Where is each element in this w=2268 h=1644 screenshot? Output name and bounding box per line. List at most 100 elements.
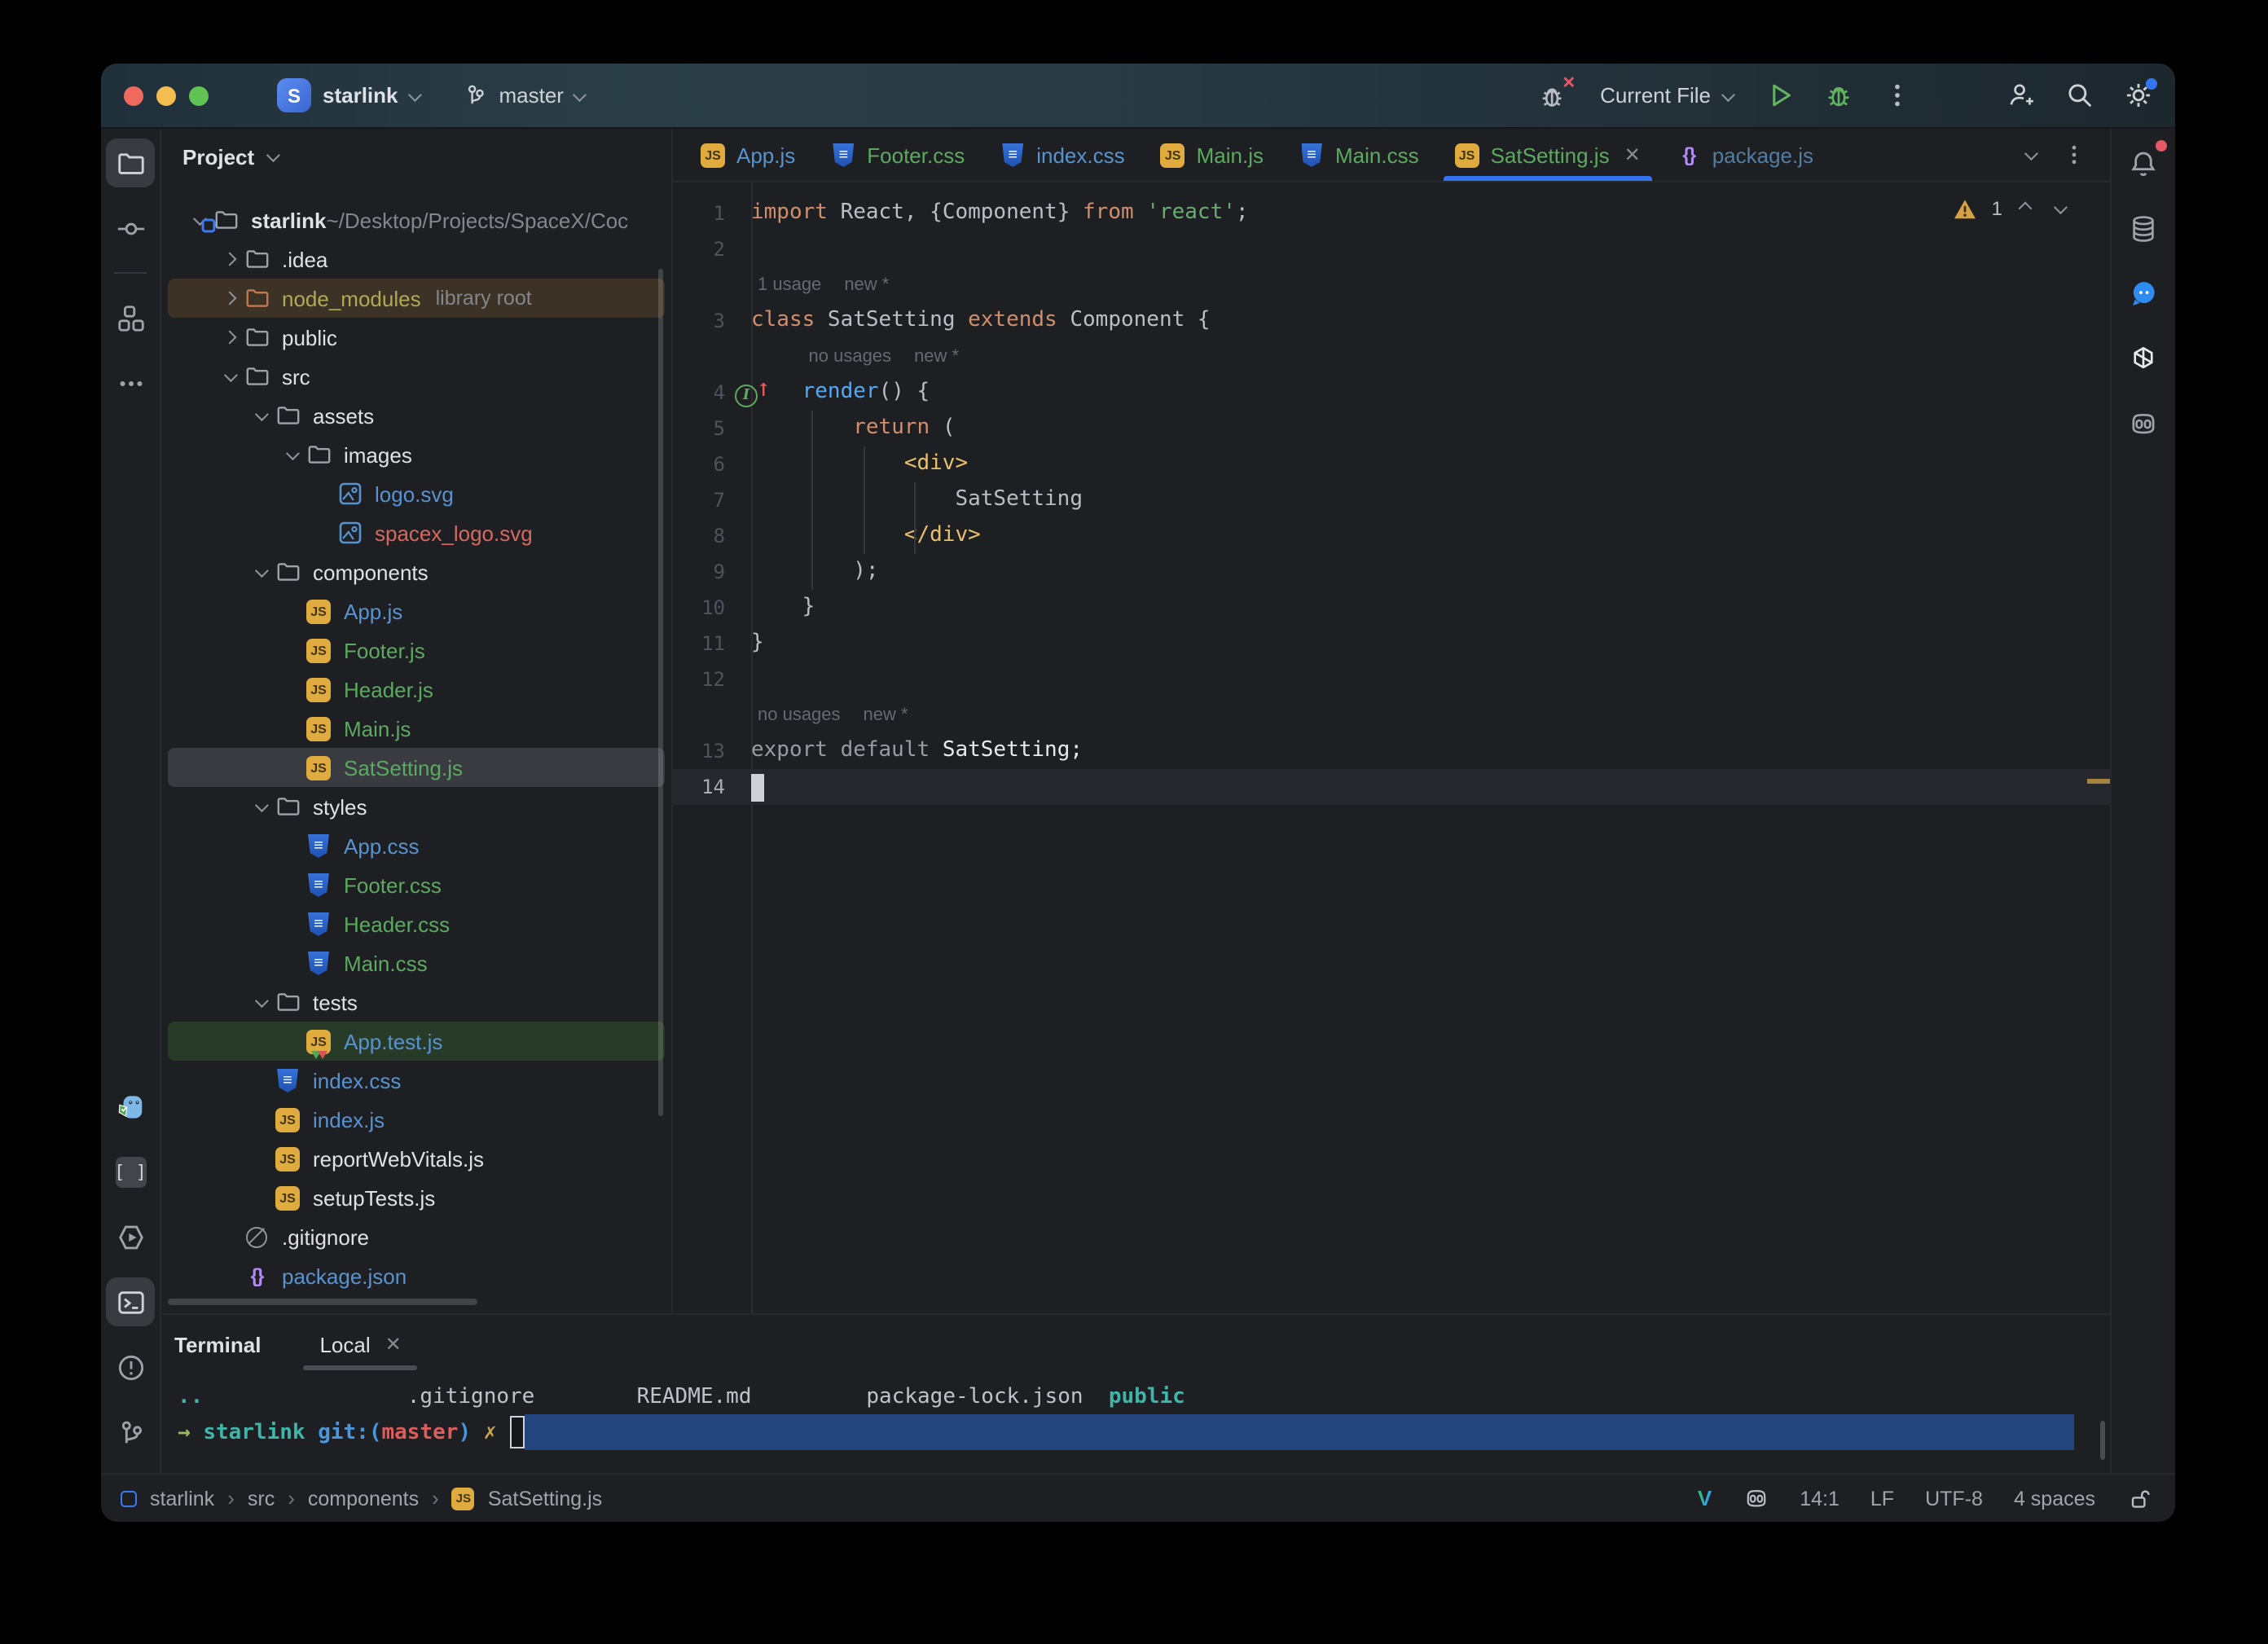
- close-icon[interactable]: ✕: [385, 1333, 402, 1356]
- zoom-window-button[interactable]: [189, 86, 209, 105]
- tree-item-images[interactable]: images: [168, 435, 665, 474]
- code-line-3[interactable]: 3 class SatSetting extends Component {: [673, 303, 2110, 339]
- tab-footer.css[interactable]: ≡ Footer.css: [813, 129, 982, 181]
- breadcrumb-file[interactable]: SatSetting.js: [488, 1487, 602, 1510]
- code-line-2[interactable]: 2: [673, 231, 2110, 267]
- tree-item-.idea[interactable]: .idea: [168, 240, 665, 279]
- tree-item-components[interactable]: components: [168, 552, 665, 591]
- tree-vertical-scrollbar[interactable]: [658, 269, 663, 1116]
- override-marker-icon[interactable]: I ↑: [735, 380, 771, 407]
- tree-item-reportwebvitals.js[interactable]: JS reportWebVitals.js: [168, 1139, 665, 1178]
- code-line-6[interactable]: 6 <div>: [673, 446, 2110, 482]
- chevron-right-icon[interactable]: [222, 291, 237, 306]
- code-line-13[interactable]: 13 export default SatSetting;: [673, 733, 2110, 769]
- chevron-right-icon[interactable]: [222, 252, 237, 266]
- tree-item-node-modules[interactable]: node_modules library root: [168, 279, 665, 318]
- usages-inlay-hint[interactable]: 1 usage new *: [758, 275, 889, 295]
- tree-item-spacex-logo.svg[interactable]: spacex_logo.svg: [168, 513, 665, 552]
- copilot-tool-icon[interactable]: [2119, 399, 2168, 448]
- more-actions-icon[interactable]: [1879, 77, 1914, 113]
- terminal-output[interactable]: .. .gitignore README.md package-lock.jso…: [161, 1374, 2110, 1450]
- tree-item-app.test.js[interactable]: JS App.test.js: [168, 1022, 665, 1061]
- tree-item-tests[interactable]: tests: [168, 982, 665, 1022]
- plugin-mascot-icon[interactable]: [106, 1082, 155, 1131]
- tree-item-index.js[interactable]: JS index.js: [168, 1100, 665, 1139]
- tab-package.js[interactable]: {} package.js: [1659, 129, 1831, 181]
- tree-item-styles[interactable]: styles: [168, 787, 665, 826]
- chevron-down-icon[interactable]: [254, 994, 269, 1009]
- usages-inlay-hint[interactable]: no usages new *: [809, 347, 960, 367]
- debug-button[interactable]: [1820, 77, 1856, 113]
- run-configuration-select[interactable]: Current File: [1600, 83, 1735, 108]
- close-window-button[interactable]: [124, 86, 143, 105]
- chevron-down-icon[interactable]: [285, 446, 300, 461]
- tab-options-icon[interactable]: [2061, 142, 2087, 168]
- run-button[interactable]: [1761, 77, 1797, 113]
- tree-item-main.css[interactable]: ≡ Main.css: [168, 943, 665, 982]
- code-line-5[interactable]: 5 return (: [673, 411, 2110, 446]
- terminal-tool-icon[interactable]: [106, 1277, 155, 1326]
- ai-assistant-icon[interactable]: [2119, 334, 2168, 383]
- breadcrumb-item[interactable]: src: [248, 1487, 275, 1510]
- tree-item-header.js[interactable]: JS Header.js: [168, 670, 665, 709]
- version-control-tool-icon[interactable]: [106, 1408, 155, 1457]
- services-tool-icon[interactable]: [106, 1212, 155, 1261]
- tree-item-satsetting.js[interactable]: JS SatSetting.js: [168, 748, 665, 787]
- error-stripe-mark[interactable]: [2087, 779, 2110, 784]
- git-branch-widget[interactable]: master: [462, 81, 587, 109]
- prev-problem-icon[interactable]: [2018, 201, 2033, 216]
- code-with-me-icon[interactable]: [2002, 77, 2038, 113]
- tab-index.css[interactable]: ≡ index.css: [982, 129, 1142, 181]
- chat-tool-icon[interactable]: [2119, 269, 2168, 318]
- more-tools-icon[interactable]: [106, 358, 155, 407]
- tree-item-header.css[interactable]: ≡ Header.css: [168, 904, 665, 943]
- project-panel-header[interactable]: Project: [161, 129, 671, 184]
- tree-item-assets[interactable]: assets: [168, 396, 665, 435]
- code-line-10[interactable]: 10 }: [673, 590, 2110, 626]
- settings-gear-icon[interactable]: [2120, 77, 2157, 113]
- tree-item-footer.css[interactable]: ≡ Footer.css: [168, 865, 665, 904]
- close-icon[interactable]: ✕: [1624, 143, 1641, 166]
- tree-item-package.json[interactable]: {} package.json: [168, 1256, 665, 1295]
- usages-inlay-hint[interactable]: no usages new *: [758, 706, 908, 725]
- tab-main.css[interactable]: ≡ Main.css: [1281, 129, 1437, 181]
- code-line-14[interactable]: 14: [673, 769, 2110, 805]
- problems-tool-icon[interactable]: [106, 1343, 155, 1391]
- code-line-7[interactable]: 7 SatSetting: [673, 482, 2110, 518]
- copilot-status-icon[interactable]: [1743, 1485, 1769, 1511]
- structure-tool-icon[interactable]: [106, 293, 155, 342]
- lock-icon[interactable]: [2126, 1485, 2152, 1511]
- tree-item-starlink[interactable]: starlink ~/Desktop/Projects/SpaceX/Coc: [168, 200, 665, 240]
- tree-item-setuptests.js[interactable]: JS setupTests.js: [168, 1178, 665, 1217]
- code-editor[interactable]: 1 import React, {Component} from 'react';…: [673, 182, 2110, 1313]
- tree-item-main.js[interactable]: JS Main.js: [168, 709, 665, 748]
- tab-app.js[interactable]: JS App.js: [683, 129, 813, 181]
- code-line-8[interactable]: 8 </div>: [673, 518, 2110, 554]
- tree-item-logo.svg[interactable]: logo.svg: [168, 474, 665, 513]
- indent-config[interactable]: 4 spaces: [2014, 1487, 2095, 1510]
- search-everywhere-icon[interactable]: [2061, 77, 2097, 113]
- tab-satsetting.js[interactable]: JS SatSetting.js ✕: [1437, 129, 1659, 181]
- mute-breakpoints-icon[interactable]: ✕: [1535, 74, 1576, 113]
- breadcrumb-item[interactable]: components: [308, 1487, 419, 1510]
- inspections-widget[interactable]: 1: [1954, 197, 2068, 220]
- code-line-12[interactable]: 12: [673, 662, 2110, 697]
- tree-item-footer.js[interactable]: JS Footer.js: [168, 631, 665, 670]
- chevron-down-icon[interactable]: [223, 368, 238, 383]
- file-encoding[interactable]: UTF-8: [1925, 1487, 1983, 1510]
- project-widget[interactable]: S starlink: [277, 78, 423, 112]
- code-line-1[interactable]: 1 import React, {Component} from 'react';: [673, 196, 2110, 231]
- brackets-tool-icon[interactable]: [ ]: [106, 1147, 155, 1196]
- chevron-down-icon[interactable]: [254, 798, 269, 813]
- terminal-tab-local[interactable]: Local ✕: [303, 1315, 419, 1374]
- minimize-window-button[interactable]: [156, 86, 176, 105]
- tree-item-.gitignore[interactable]: .gitignore: [168, 1217, 665, 1256]
- commit-tool-icon[interactable]: [106, 204, 155, 253]
- chevron-down-icon[interactable]: [254, 407, 269, 422]
- chevron-down-icon[interactable]: [254, 564, 269, 578]
- breadcrumb-item[interactable]: starlink: [150, 1487, 214, 1510]
- tree-item-app.css[interactable]: ≡ App.css: [168, 826, 665, 865]
- hidden-tabs-icon[interactable]: [2024, 147, 2038, 161]
- tab-main.js[interactable]: JS Main.js: [1143, 129, 1281, 181]
- terminal-scrollbar[interactable]: [2100, 1421, 2105, 1460]
